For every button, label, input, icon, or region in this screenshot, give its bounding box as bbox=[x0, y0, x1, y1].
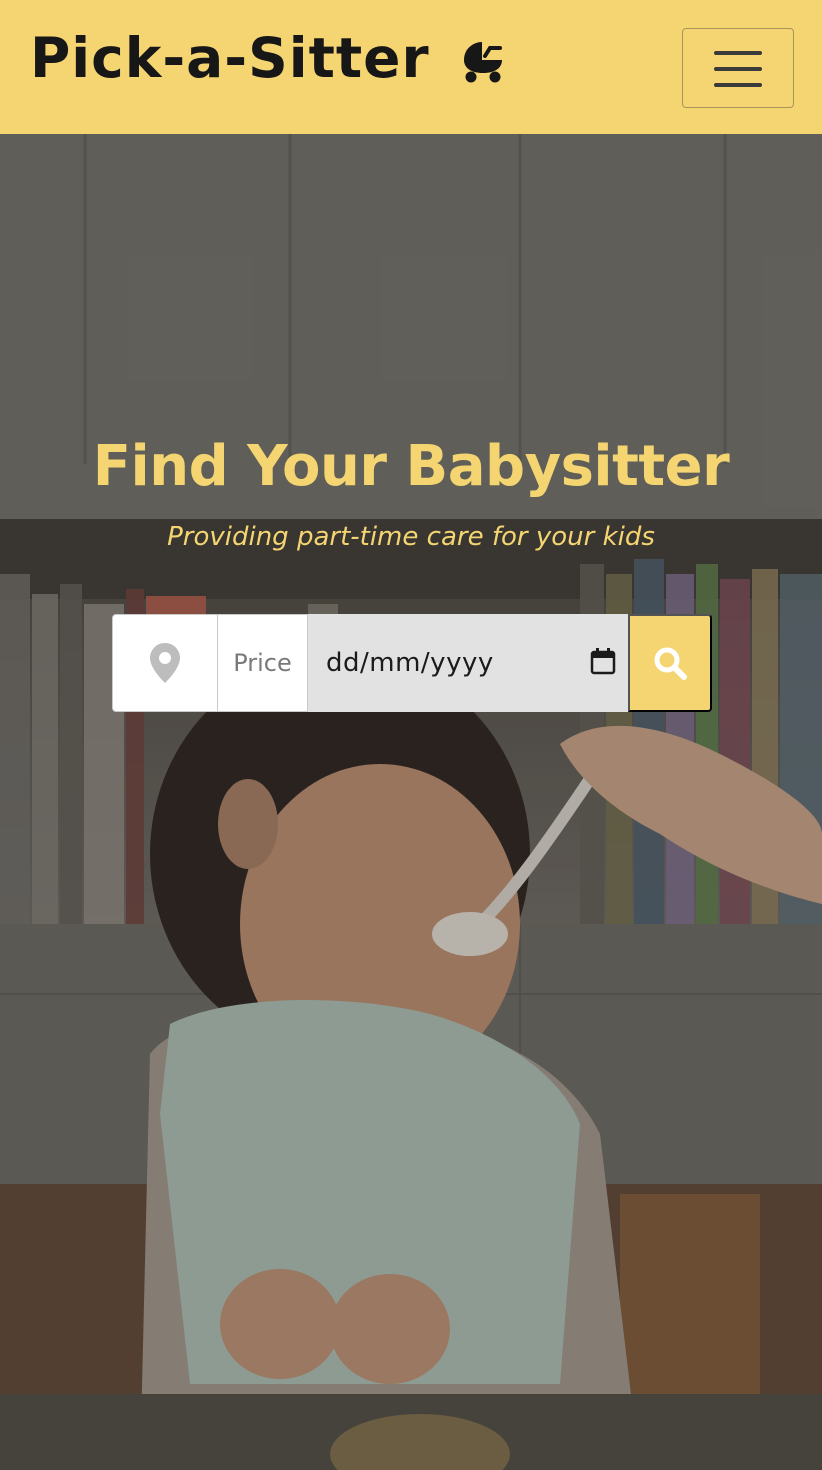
date-placeholder: dd/mm/yyyy bbox=[326, 648, 494, 678]
search-button[interactable] bbox=[628, 614, 712, 712]
hamburger-bar bbox=[714, 83, 762, 87]
hero-overlay bbox=[0, 134, 822, 1470]
calendar-icon[interactable] bbox=[590, 647, 616, 675]
navbar: Pick-a-Sitter bbox=[0, 0, 822, 134]
hamburger-menu-button[interactable] bbox=[682, 28, 794, 108]
date-input[interactable]: dd/mm/yyyy bbox=[308, 614, 628, 712]
hero-title: Find Your Babysitter bbox=[92, 434, 730, 499]
search-icon bbox=[654, 647, 687, 680]
hamburger-menu-icon bbox=[714, 51, 762, 55]
hero-subtitle: Providing part-time care for your kids bbox=[167, 522, 655, 552]
brand-name: Pick-a-Sitter bbox=[30, 26, 430, 90]
location-input[interactable] bbox=[112, 614, 218, 712]
hero-section: Find Your Babysitter Providing part-time… bbox=[0, 134, 822, 1470]
map-marker-icon bbox=[150, 643, 180, 683]
search-form: Price dd/mm/yyyy bbox=[112, 614, 712, 712]
hamburger-bar bbox=[714, 67, 762, 71]
price-placeholder: Price bbox=[233, 649, 292, 677]
price-input[interactable]: Price bbox=[218, 614, 308, 712]
brand-link[interactable]: Pick-a-Sitter bbox=[30, 24, 506, 92]
baby-carriage-icon bbox=[460, 38, 506, 84]
